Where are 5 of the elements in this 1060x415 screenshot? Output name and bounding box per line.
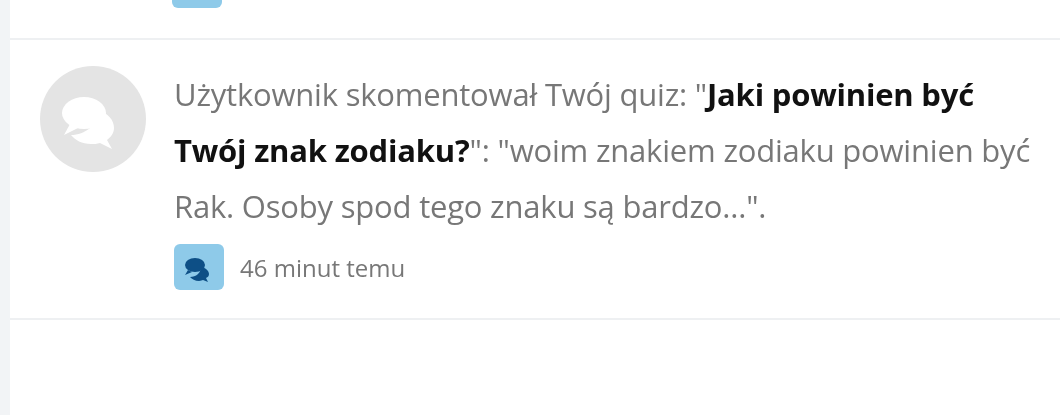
comment-badge-icon (172, 0, 222, 8)
notification-message: Użytkownik skomentował Twój quiz: "Jaki powinien być Twój znak zodiaku?": "woim znakiem zodiaku powinien być Rak. Osoby spod tego znaku są bardzo...". (174, 72, 1032, 229)
chat-bubbles-avatar-icon (40, 66, 146, 172)
comment-badge-icon (174, 244, 224, 290)
timestamp: 46 minut temu (240, 250, 406, 284)
